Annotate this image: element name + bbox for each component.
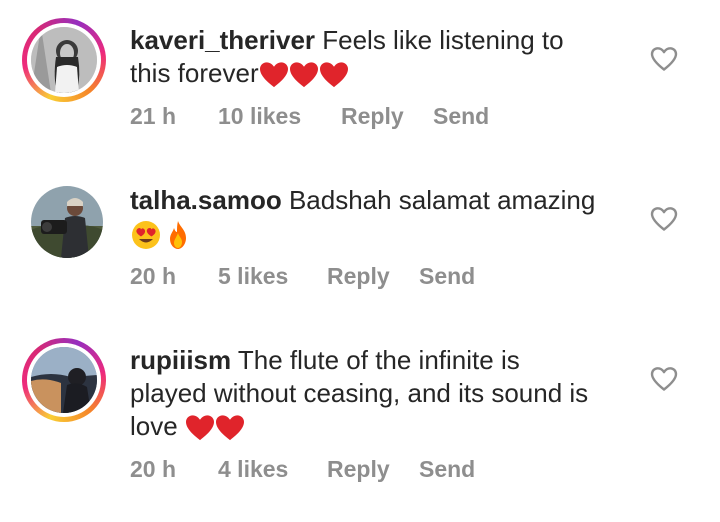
heart-outline-icon[interactable] [650,206,678,232]
comment-time: 20 h [130,456,177,482]
reply-button[interactable]: Reply [327,454,390,484]
reply-button[interactable]: Reply [341,101,404,131]
comment-text: kaveri_theriver Feels like listening to … [130,24,630,90]
red-heart-emoji [289,62,318,88]
red-heart-emoji [185,415,214,441]
comment-time: 21 h [130,103,177,129]
comment-body: The flute of the infinite is [231,345,520,375]
avatar[interactable] [31,347,97,413]
send-button[interactable]: Send [433,101,489,131]
red-heart-emoji [259,62,288,88]
comment-likes[interactable]: 5 likes [218,261,288,291]
send-button[interactable]: Send [419,454,475,484]
avatar[interactable] [31,27,97,93]
heart-eyes-emoji [132,221,160,250]
avatar[interactable] [31,186,103,258]
comment-likes[interactable]: 10 likes [218,101,301,131]
comment-body: played without ceasing, and its sound is [130,378,589,408]
red-heart-emoji [215,415,244,441]
comment-text: talha.samoo Badshah salamat amazing [130,184,630,251]
comment-text: rupiiism The flute of the infinite is pl… [130,344,630,443]
comment-time: 20 h [130,263,177,289]
comment-username[interactable]: talha.samoo [130,185,282,215]
heart-outline-icon[interactable] [650,366,678,392]
comment-username[interactable]: rupiiism [130,345,231,375]
comment-likes[interactable]: 4 likes [218,454,288,484]
red-heart-emoji [319,62,348,88]
fire-emoji [170,221,186,250]
comment-body: Badshah salamat amazing [281,185,596,215]
send-button[interactable]: Send [419,261,475,291]
avatar-story-ring[interactable] [22,18,106,102]
comment-body: Feels like listening to [315,25,564,55]
comment-body: this forever [130,58,259,88]
comment-username[interactable]: kaveri_theriver [130,25,315,55]
heart-outline-icon[interactable] [650,46,678,72]
reply-button[interactable]: Reply [327,261,390,291]
avatar-story-ring[interactable] [22,338,106,422]
comment-body: love [130,411,185,441]
